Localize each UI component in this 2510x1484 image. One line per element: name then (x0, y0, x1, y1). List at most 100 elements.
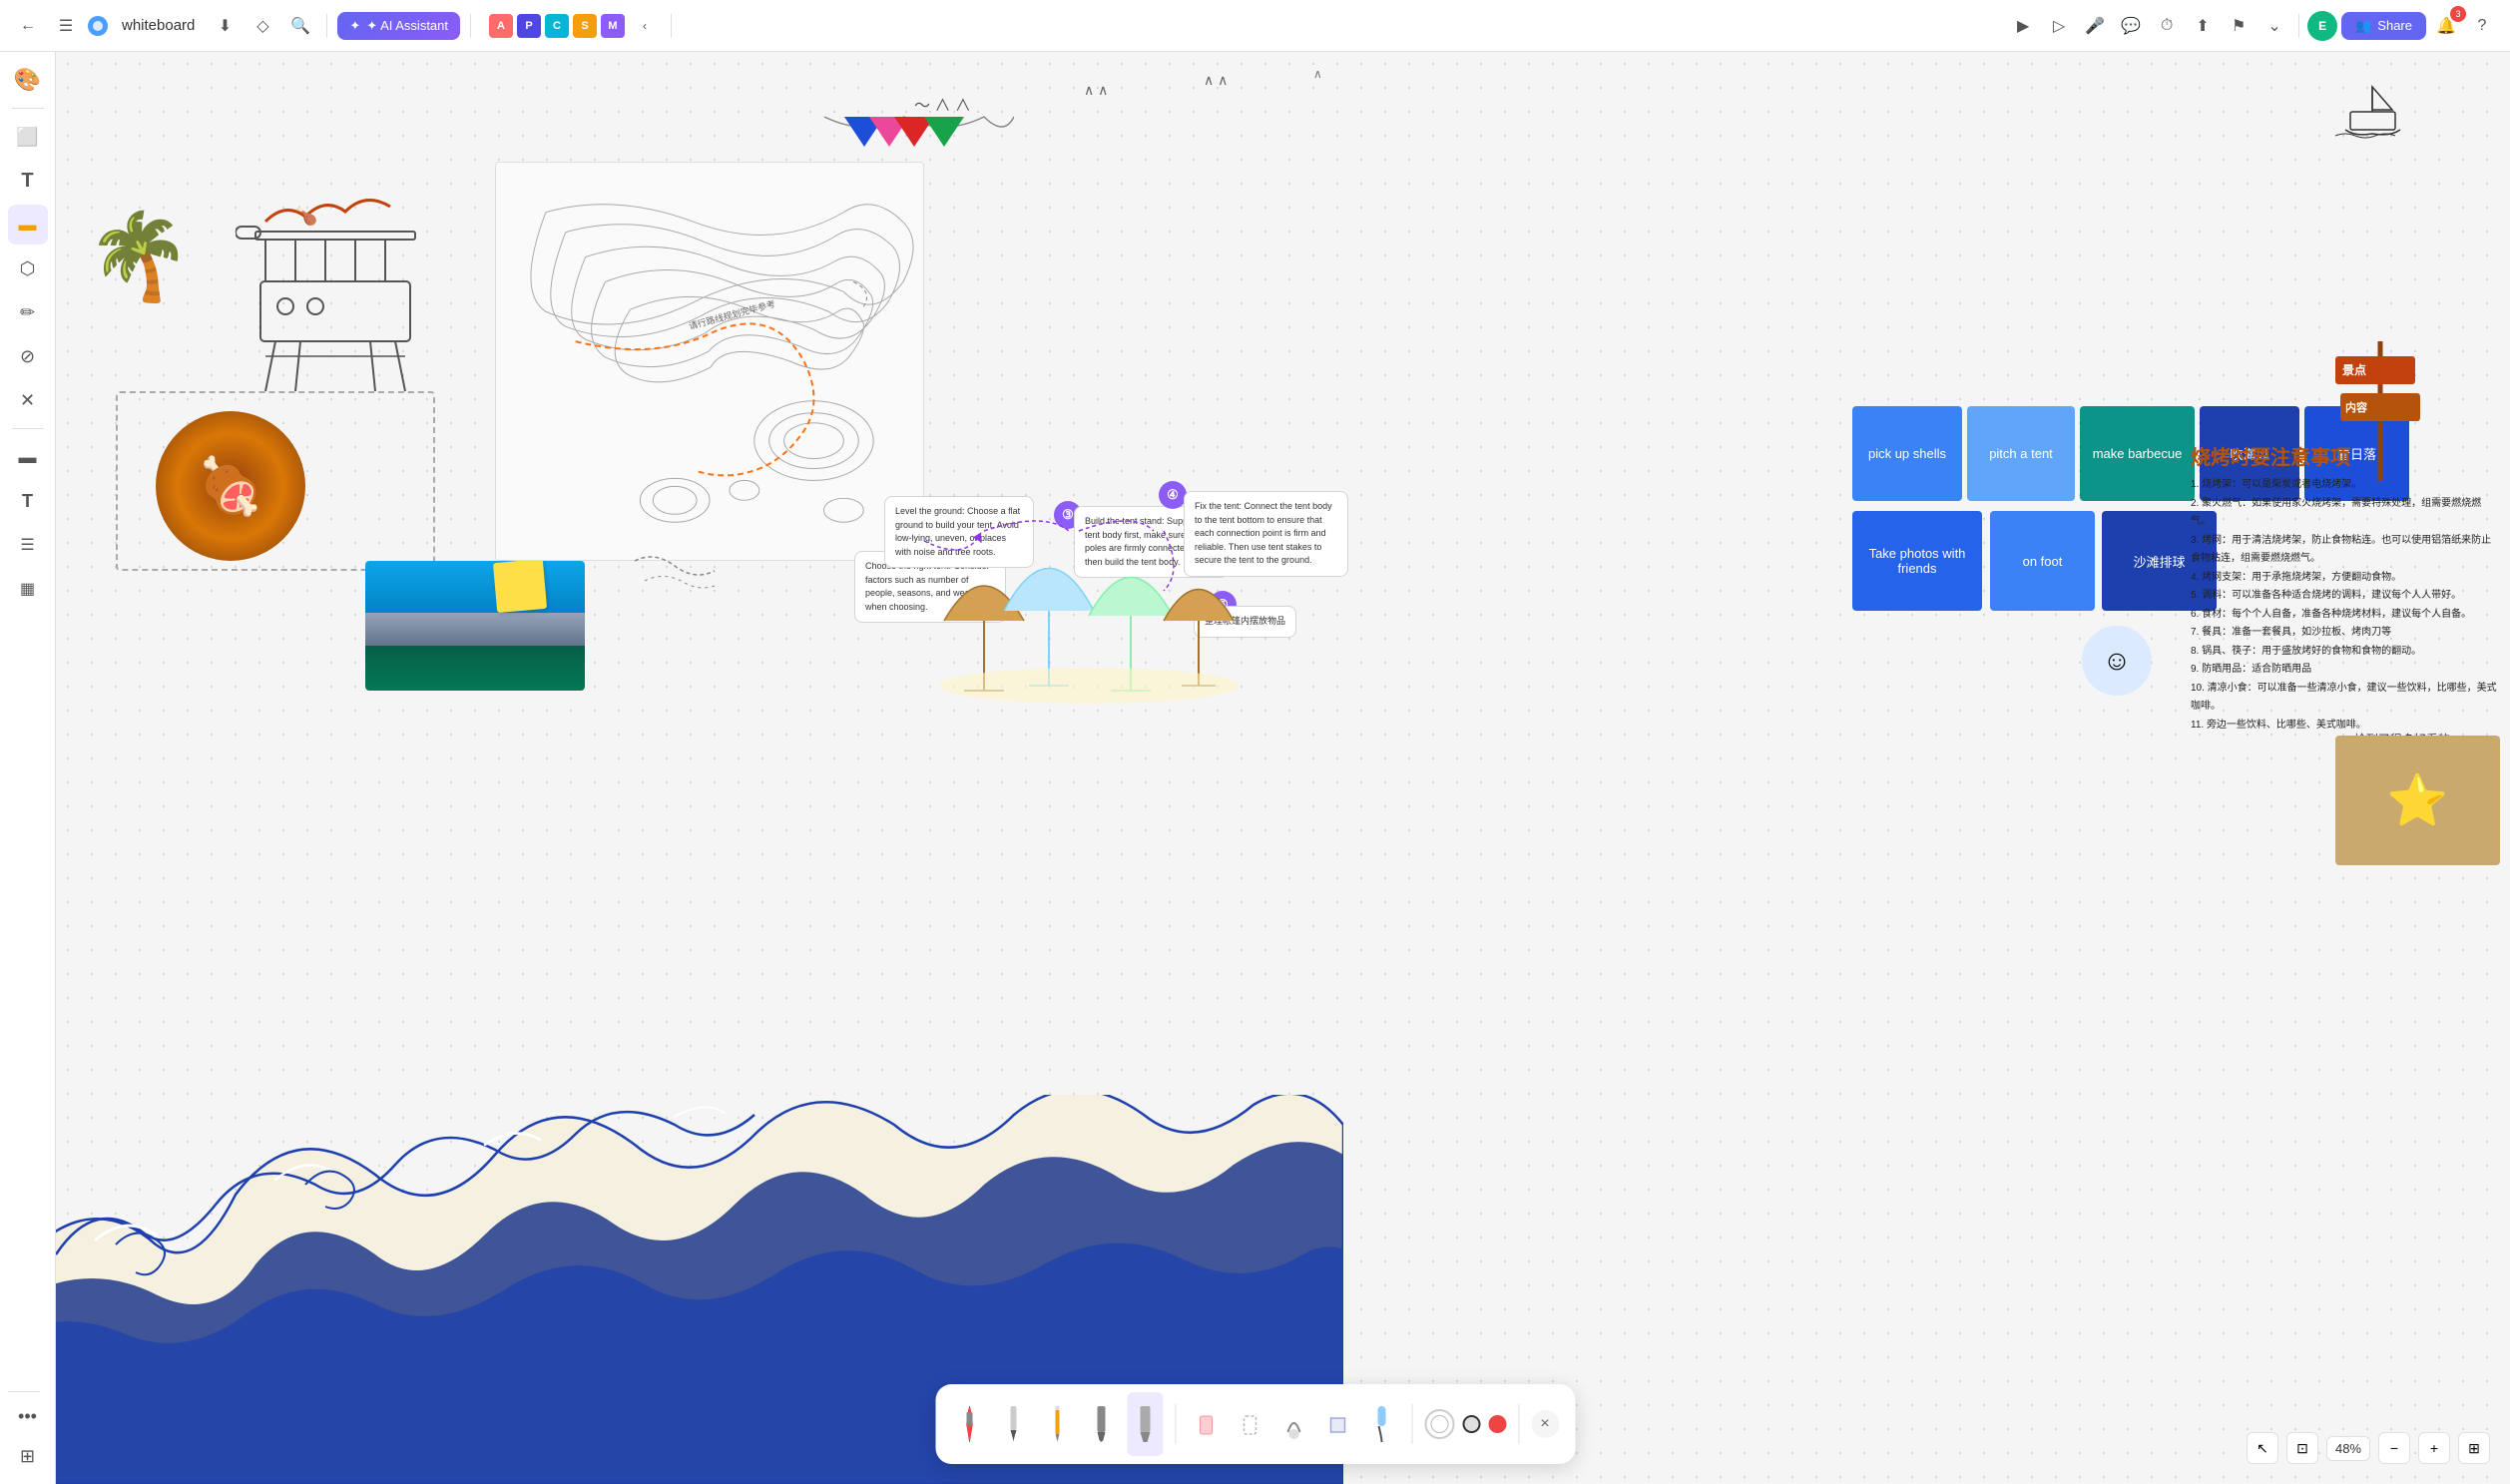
sticky-note-tool[interactable]: ▬ (8, 205, 48, 245)
divider1 (326, 14, 327, 38)
play-button[interactable]: ▷ (2043, 10, 2075, 42)
download-button[interactable]: ⬇ (209, 10, 241, 42)
dotted-eraser-tool[interactable] (1232, 1392, 1267, 1456)
more-plugins-button[interactable]: ‹ (629, 10, 661, 42)
text2-tool[interactable]: T (8, 481, 48, 521)
plugin-1[interactable]: A (489, 14, 513, 38)
on-foot-label: on foot (2023, 554, 2063, 569)
fountain-pen-tool[interactable] (951, 1392, 987, 1456)
plugin-5[interactable]: M (601, 14, 625, 38)
left-sidebar: 🎨 ⬜ T ▬ ⬡ ✏ ⊘ ✕ ▬ T ☰ ▦ ••• ⊞ (0, 52, 56, 1484)
beach-photo[interactable] (365, 561, 585, 691)
more-tools-button[interactable]: ••• (8, 1396, 48, 1436)
rect-eraser-tool[interactable] (1319, 1392, 1355, 1456)
divider2 (470, 14, 471, 38)
brush-pen-tool[interactable] (995, 1392, 1031, 1456)
ai-assistant-button[interactable]: ✦ ✦ AI Assistant (337, 12, 460, 40)
svg-text:景点: 景点 (2342, 362, 2366, 377)
canvas-area[interactable]: 〜 ∧ ∧ ∧ ∧ ∧ ∧ ∧ 🌴 (56, 52, 2510, 1484)
boat-decoration (2330, 82, 2410, 147)
shapes-tool[interactable]: ⬡ (8, 248, 48, 288)
chinese-panel-items: 1. 烧烤架：可以是柴炭或者电烧烤架。 2. 聚火燃气：如果使用家火烧烤架，需要… (2191, 476, 2500, 735)
bottom-right-controls: ↖ ⊡ 48% − + ⊞ (2247, 1432, 2490, 1464)
app-icon (88, 16, 108, 36)
brush-tool-2[interactable] (1363, 1392, 1399, 1456)
palm-tree-illustration: 🌴 (86, 207, 192, 306)
sidebar-bottom: ••• ⊞ (8, 1387, 48, 1476)
grid-toggle-button[interactable]: ⊞ (2458, 1432, 2490, 1464)
grid-view-button[interactable]: ⊞ (8, 1436, 48, 1476)
plugin-3[interactable]: C (545, 14, 569, 38)
plugin-icons: A P C S M ‹ (489, 10, 661, 42)
plugin-4[interactable]: S (573, 14, 597, 38)
mic-button[interactable]: 🎤 (2079, 10, 2111, 42)
chinese-panel-title: 烧烤时要注意事项 (2191, 441, 2500, 470)
chisel-tip-tool[interactable] (1127, 1392, 1163, 1456)
back-button[interactable]: ← (12, 10, 44, 42)
import-button[interactable]: ⬆ (2187, 10, 2219, 42)
yellow-sticky-note[interactable] (493, 559, 547, 613)
flag-button[interactable]: ⚑ (2223, 10, 2255, 42)
document-title[interactable]: whiteboard (114, 13, 203, 38)
pencil-tool[interactable] (1039, 1392, 1075, 1456)
ai-label: ✦ AI Assistant (366, 18, 448, 34)
pen-tool[interactable]: ✏ (8, 292, 48, 332)
eraser-tool[interactable]: ⊘ (8, 336, 48, 376)
table-tool[interactable]: ▦ (8, 569, 48, 609)
share-button[interactable]: 👥 Share (2341, 12, 2426, 40)
expand-button[interactable]: ▶ (2007, 10, 2039, 42)
menu-button[interactable]: ☰ (50, 10, 82, 42)
fit-screen-button[interactable]: ⊡ (2286, 1432, 2318, 1464)
comment-button[interactable]: 💬 (2115, 10, 2147, 42)
frame-tool[interactable]: ⬜ (8, 117, 48, 157)
color-red[interactable] (1488, 1415, 1506, 1433)
highlight-tool[interactable]: ▬ (8, 437, 48, 477)
pitch-a-tent-card[interactable]: pitch a tent (1967, 406, 2075, 501)
starfish-card[interactable]: ⭐ (2335, 736, 2500, 865)
take-photos-label: Take photos with friends (1860, 546, 1974, 576)
search-button[interactable]: 🔍 (284, 10, 316, 42)
connect-tool[interactable]: ✕ (8, 380, 48, 420)
zoom-out-button[interactable]: − (2378, 1432, 2410, 1464)
app-icon-area (88, 16, 108, 36)
timer-button[interactable]: ⏱ (2151, 10, 2183, 42)
eraser-tool-bottom[interactable] (1188, 1392, 1224, 1456)
pitch-a-tent-label: pitch a tent (1989, 446, 2053, 461)
text-tool[interactable]: T (8, 161, 48, 201)
divider3 (671, 14, 672, 38)
more-button[interactable]: ⌄ (2259, 10, 2290, 42)
on-foot-card[interactable]: on foot (1990, 511, 2095, 611)
take-photos-card[interactable]: Take photos with friends (1852, 511, 1982, 611)
birds-decoration: 〜 ∧ ∧ (914, 92, 971, 116)
help-button[interactable]: ? (2466, 10, 2498, 42)
plugin-2[interactable]: P (517, 14, 541, 38)
sidebar-divider-2 (12, 428, 44, 429)
list-tool[interactable]: ☰ (8, 525, 48, 565)
smudge-tool[interactable] (1275, 1392, 1311, 1456)
bottom-drawing-toolbar: × (935, 1384, 1575, 1464)
pick-up-shells-card[interactable]: pick up shells (1852, 406, 1962, 501)
bbq-food-photo[interactable]: 🍖 (156, 411, 305, 561)
sidebar-divider-1 (12, 108, 44, 109)
chinese-notes-panel: 烧烤时要注意事项 1. 烧烤架：可以是柴炭或者电烧烤架。 2. 聚火燃气：如果使… (2191, 441, 2500, 735)
topo-map-area[interactable]: 请行路线规划完毕参考 (495, 162, 924, 561)
top-toolbar: ← ☰ whiteboard ⬇ ◇ 🔍 ✦ ✦ AI Assistant A … (0, 0, 2510, 52)
target-color-tool[interactable] (1424, 1409, 1454, 1439)
close-toolbar-button[interactable]: × (1531, 1410, 1559, 1438)
step-4-circle: ④ (1159, 481, 1187, 509)
bbq-grill-illustration: 🍗 (236, 182, 435, 406)
ai-icon: ✦ (349, 18, 360, 34)
notification-area[interactable]: 🔔 3 (2430, 10, 2462, 42)
smiley-card[interactable]: ☺ (2082, 626, 2152, 696)
birds-3: ∧ ∧ (1204, 72, 1228, 89)
color-gray[interactable] (1462, 1415, 1480, 1433)
make-barbecue-card[interactable]: make barbecue (2080, 406, 2195, 501)
tag-button[interactable]: ◇ (247, 10, 278, 42)
zoom-in-button[interactable]: + (2418, 1432, 2450, 1464)
sand-volleyball-label: 沙滩排球 (2133, 552, 2185, 571)
pick-up-shells-label: pick up shells (1868, 446, 1946, 461)
color-palette-tool[interactable]: 🎨 (8, 60, 48, 100)
marker-tool[interactable] (1083, 1392, 1119, 1456)
navigate-button[interactable]: ↖ (2247, 1432, 2278, 1464)
zoom-level-display: 48% (2326, 1436, 2370, 1461)
